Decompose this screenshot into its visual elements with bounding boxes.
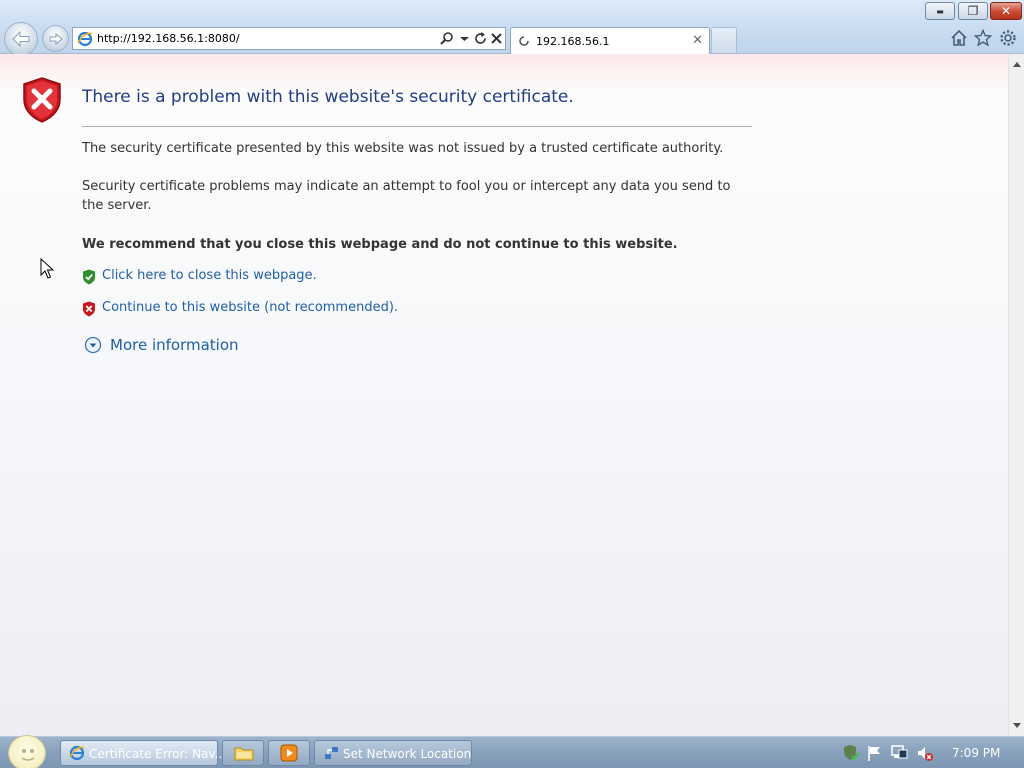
close-webpage-link[interactable]: Click here to close this webpage. [102, 268, 317, 283]
taskbar-clock[interactable]: 7:09 PM [952, 746, 1000, 760]
new-tab-button[interactable] [711, 27, 737, 53]
back-button[interactable] [4, 22, 38, 56]
media-player-icon [280, 744, 298, 762]
home-icon[interactable] [950, 29, 968, 47]
mouse-cursor-icon [40, 258, 54, 279]
more-information-label: More information [110, 336, 239, 354]
tab-title: 192.168.56.1 [536, 35, 610, 48]
taskbar-item-network-location[interactable]: Set Network Location [314, 740, 472, 766]
vertical-scrollbar[interactable] [1008, 54, 1024, 736]
green-shield-icon [83, 269, 95, 285]
taskbar-item-media-player[interactable] [268, 740, 310, 766]
start-face-icon [21, 749, 35, 761]
restore-button[interactable]: ❐ [958, 2, 988, 20]
taskbar-item-label: Set Network Location [343, 747, 472, 761]
dropdown-icon[interactable] [457, 31, 472, 46]
system-tray: 7:09 PM [838, 741, 1022, 765]
browser-chrome: http://192.168.56.1:8080/ 192.168.56.1 ✕… [0, 0, 1024, 56]
search-icon[interactable] [439, 31, 454, 46]
ie-icon [69, 745, 85, 761]
expand-chevron-icon [84, 336, 102, 354]
restore-icon: ❐ [967, 4, 979, 18]
stop-icon[interactable] [489, 31, 504, 46]
loading-spinner-icon [519, 36, 529, 46]
tab-close-button[interactable]: ✕ [692, 33, 703, 48]
minimize-icon: ▬ [936, 7, 944, 16]
network-icon [325, 747, 338, 759]
divider [82, 126, 752, 127]
network-status-icon[interactable] [890, 744, 908, 762]
forward-arrow-icon [49, 32, 63, 45]
ie-page-icon [77, 31, 93, 47]
address-bar[interactable]: http://192.168.56.1:8080/ [72, 27, 506, 50]
taskbar-item-explorer[interactable] [222, 740, 264, 766]
tools-gear-icon[interactable] [999, 29, 1017, 47]
continue-to-website-link[interactable]: Continue to this website (not recommende… [102, 300, 398, 315]
warning-text: Security certificate problems may indica… [82, 179, 731, 213]
taskbar: Certificate Error: Nav... Set Network Lo… [0, 735, 1024, 768]
favorites-star-icon[interactable] [974, 29, 992, 47]
danger-shield-icon [23, 77, 61, 123]
security-shield-icon[interactable] [842, 744, 860, 762]
red-shield-icon [83, 301, 95, 317]
back-arrow-icon [12, 31, 30, 47]
action-center-flag-icon[interactable] [866, 744, 884, 762]
minimize-button[interactable]: ▬ [925, 2, 955, 20]
address-url[interactable]: http://192.168.56.1:8080/ [97, 32, 240, 45]
taskbar-item-ie[interactable]: Certificate Error: Nav... [60, 740, 226, 766]
refresh-icon[interactable] [473, 31, 488, 46]
start-button[interactable] [8, 735, 46, 768]
close-icon: ✕ [1000, 4, 1012, 18]
page-title: There is a problem with this website's s… [82, 87, 574, 107]
scroll-up-icon[interactable] [1013, 62, 1021, 67]
recommendation-text: We recommend that you close this webpage… [82, 237, 678, 252]
forward-button[interactable] [42, 25, 69, 52]
volume-muted-icon[interactable] [916, 744, 934, 762]
scroll-down-icon[interactable] [1013, 723, 1021, 728]
taskbar-item-label: Certificate Error: Nav... [89, 747, 226, 761]
tab-active[interactable]: 192.168.56.1 ✕ [510, 27, 710, 54]
explanation-text: The security certificate presented by th… [82, 141, 724, 156]
close-window-button[interactable]: ✕ [990, 2, 1022, 20]
folder-icon [234, 747, 254, 761]
